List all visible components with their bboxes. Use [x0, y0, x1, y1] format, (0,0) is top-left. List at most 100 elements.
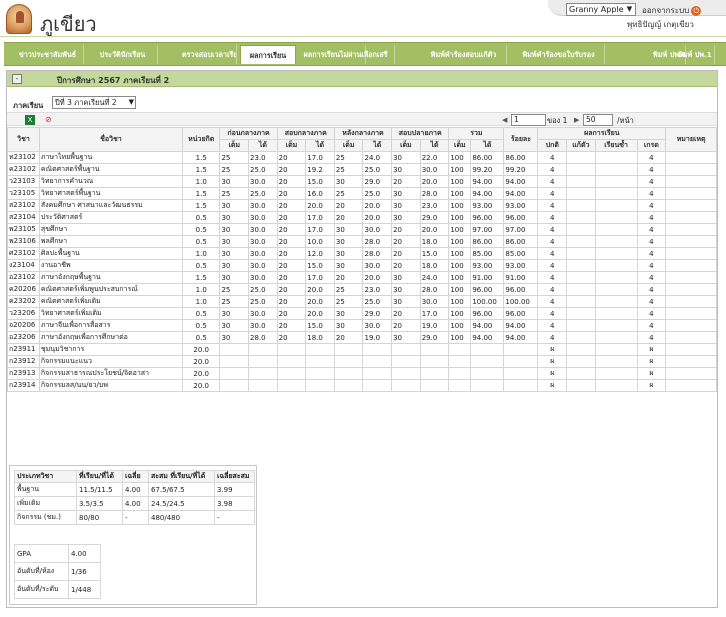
nav-item[interactable]: ประวัตินักเรียน	[88, 45, 158, 64]
page-input[interactable]: 1	[511, 114, 546, 126]
table-cell: 4	[537, 319, 568, 332]
table-cell	[248, 355, 278, 368]
table-cell: 0.5	[182, 235, 221, 248]
per-page-input[interactable]: 50	[583, 114, 613, 126]
table-cell: 30	[219, 211, 250, 224]
table-row: พ23106 พลศึกษา 0.5 30 30.0 20 10.0 30 28.0 20 18.0…	[7, 235, 717, 248]
excel-export-icon[interactable]: X	[25, 115, 35, 125]
table-cell	[665, 379, 717, 392]
table-row: ว23105 วิทยาศาสตร์พื้นฐาน 1.5 25 25.0 20 16.0 2…	[7, 187, 717, 200]
table-cell: 4	[636, 175, 667, 188]
table-cell: 25.0	[248, 283, 278, 296]
col-percent: ร้อยละ	[503, 127, 539, 152]
table-cell: 100	[448, 307, 472, 320]
table-cell	[566, 283, 596, 296]
table-cell: 30	[219, 235, 250, 248]
table-cell: กิจกรรมลส/นน/ยว/บพ	[38, 379, 184, 392]
table-cell: 4	[537, 295, 568, 308]
table-cell	[305, 343, 335, 356]
table-cell: 4	[537, 235, 568, 248]
table-cell: 0.5	[182, 223, 221, 236]
nav-item[interactable]: เลือกเสรี	[355, 45, 395, 64]
table-cell: 30.0	[248, 247, 278, 260]
table-cell: 4	[537, 271, 568, 284]
table-cell: 30	[391, 151, 421, 164]
summary-cell: 3.99	[214, 482, 255, 497]
table-row: ก23912 กิจกรรมแนะแนว 20.0 ผ ผ	[7, 355, 717, 368]
table-cell: 25	[333, 187, 364, 200]
logout-link[interactable]: ออกจากระบบ ⏻	[642, 4, 702, 17]
table-cell: 28.0	[419, 187, 450, 200]
table-cell: ประวัติศาสตร์	[38, 211, 184, 224]
table-cell	[566, 247, 596, 260]
table-cell: 4	[537, 151, 568, 164]
table-cell: ชุมนุมวิชาการ	[38, 343, 184, 356]
table-cell: 97.00	[503, 223, 539, 236]
col-got: ได้	[362, 139, 393, 152]
prev-page-icon[interactable]: ◀	[502, 114, 510, 126]
table-cell: 100	[448, 151, 472, 164]
table-cell: 86.00	[503, 151, 539, 164]
nav-item[interactable]: พิมพ์คำร้องขอใบรับรอง	[513, 45, 605, 64]
theme-select[interactable]: Granny Apple ▼	[566, 3, 636, 16]
table-cell: 18.0	[419, 235, 450, 248]
nav-item[interactable]: ผลการเรียน	[240, 45, 296, 64]
table-cell	[665, 367, 717, 380]
col-result: ผลการเรียน	[537, 127, 667, 140]
table-cell: 96.00	[503, 211, 539, 224]
col-final: สอบปลายภาค	[391, 127, 450, 140]
table-cell	[594, 187, 638, 200]
table-cell: 20	[276, 211, 307, 224]
table-cell: 30	[391, 283, 421, 296]
table-cell: 1.5	[182, 271, 221, 284]
logout-label: ออกจากระบบ	[642, 6, 690, 15]
table-cell: 25.0	[362, 187, 393, 200]
table-cell	[448, 355, 472, 368]
nav-item[interactable]: พิมพ์คำร้องสอบแก้ตัว	[421, 45, 507, 64]
col-grade: เกรด	[636, 139, 667, 152]
table-cell	[566, 259, 596, 272]
table-row: ท23102 ภาษาไทยพื้นฐาน 1.5 25 23.0 20 17.0 25 24.…	[7, 151, 717, 164]
table-cell: 86.00	[470, 235, 505, 248]
collapse-icon[interactable]: -	[12, 74, 22, 84]
table-cell: 25.0	[248, 163, 278, 176]
table-cell: 30	[391, 187, 421, 200]
semester-select[interactable]: ปีที่ 3 ภาคเรียนที่ 2 ▼	[52, 96, 136, 109]
table-cell: 25	[333, 283, 364, 296]
table-cell: 30.0	[248, 175, 278, 188]
table-row: ศ23102 ศิลปะพื้นฐาน 1.0 30 30.0 20 12.0 30 28.0 2…	[7, 247, 717, 260]
table-cell: 30.0	[248, 259, 278, 272]
table-cell: 1.5	[182, 187, 221, 200]
table-cell: 20.0	[305, 295, 335, 308]
gpa-row: อันดับที่/ห้อง 1/36	[14, 562, 101, 581]
nav-item[interactable]: ตรวจสอบเวลาเรียน	[179, 45, 237, 64]
table-cell: ผ	[537, 355, 568, 368]
per-page-label: /หน้า	[617, 116, 634, 125]
table-cell: ส23102	[7, 199, 40, 212]
nav-item[interactable]: พิมพ์ ปพ.1	[675, 45, 715, 64]
summary-cell: 3.98	[214, 496, 255, 511]
table-cell: 4	[636, 163, 667, 176]
table-cell	[503, 379, 539, 392]
table-cell: 29.0	[362, 175, 393, 188]
table-cell: 0.5	[182, 331, 221, 344]
table-cell	[276, 379, 307, 392]
table-cell	[276, 343, 307, 356]
clear-filter-icon[interactable]: ⊘	[45, 115, 56, 125]
table-cell: 100	[448, 187, 472, 200]
table-cell	[594, 259, 638, 272]
table-cell: 100	[448, 283, 472, 296]
table-cell: 4	[636, 283, 667, 296]
table-cell: 4	[636, 295, 667, 308]
table-cell	[566, 379, 596, 392]
table-cell: 18.0	[305, 331, 335, 344]
table-cell: 100	[448, 319, 472, 332]
table-cell	[419, 379, 450, 392]
next-page-icon[interactable]: ▶	[574, 114, 582, 126]
table-cell: 4	[537, 199, 568, 212]
table-cell: 29.0	[362, 307, 393, 320]
table-row: ส23104 ประวัติศาสตร์ 0.5 30 30.0 20 17.0 20 20.0…	[7, 211, 717, 224]
nav-item[interactable]: ข่าวประชาสัมพันธ์	[12, 45, 84, 64]
col-got: ได้	[470, 139, 505, 152]
table-cell: 96.00	[470, 283, 505, 296]
